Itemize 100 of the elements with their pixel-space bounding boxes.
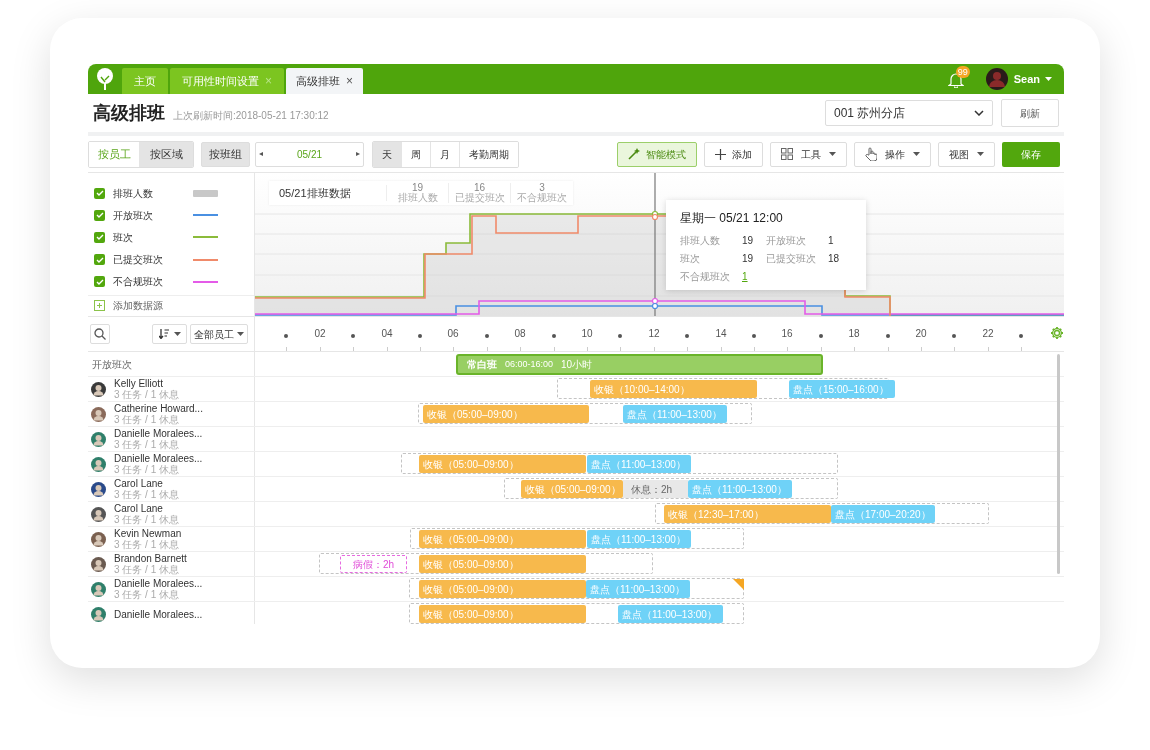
hour-label: 18 [847,327,861,341]
leave-bar[interactable]: 病假：2h [340,555,407,573]
hour-label: 08 [513,327,527,341]
grid-icon [781,148,793,160]
avatar [91,381,106,397]
checkbox[interactable] [94,209,105,221]
checkbox[interactable] [94,254,105,266]
scrollbar[interactable] [1057,354,1060,574]
task-summary: 3 任务 / 1 休息 [114,589,180,600]
avatar [91,506,106,522]
next-day-button[interactable]: ▸ [356,148,360,160]
shift-bar[interactable]: 盘点（11:00–13:00） [587,455,691,473]
tab[interactable]: 主页 [122,68,168,94]
magic-wand-icon [628,148,640,160]
smart-mode-button[interactable]: 智能模式 [617,141,697,167]
checkbox[interactable] [94,187,105,199]
task-summary: 3 任务 / 1 休息 [114,489,179,500]
add-button[interactable]: 添加 [704,141,763,167]
avatar [91,456,106,472]
summary-title: 05/21排班数据 [269,184,387,202]
tooltip-label: 班次 [680,252,701,266]
shift-bar[interactable]: 盘点（11:00–13:00） [618,605,723,623]
task-summary: 3 任务 / 1 休息 [114,439,180,450]
tooltip-label: 排班人数 [680,234,721,248]
last-refresh-time: 上次刷新时间:2018-05-21 17:30:12 [173,108,329,123]
shift-bar[interactable]: 收银（10:00–14:00） [590,380,757,398]
shift-bar[interactable]: 盘点（15:00–16:00） [789,380,895,398]
checkbox[interactable] [94,231,105,243]
tooltip-label: 开放班次 [766,234,807,248]
current-date: 05/21 [297,147,322,162]
legend-label: 开放班次 [113,208,153,223]
shift-bar[interactable]: 收银（05:00–09:00） [423,405,589,423]
settings-icon[interactable] [1050,326,1064,340]
hour-label: 14 [714,327,728,341]
stat-value: 16 [473,183,486,193]
shift-duration: 10小时 [561,358,593,372]
hour-label: 10 [580,327,594,341]
caret-icon [977,152,984,156]
employee-name: Danielle Moralees... [114,453,203,464]
open-shift-bar[interactable]: 常白班 06:00-16:00 10小时 [456,354,823,375]
shift-bar[interactable]: 收银（05:00–09:00） [419,455,586,473]
operate-dropdown[interactable]: 操作 [854,141,931,167]
shift-bar[interactable]: 盘点（11:00–13:00） [586,580,690,598]
shift-bar[interactable]: 收银（05:00–09:00） [419,555,586,573]
shift-bar[interactable]: 收银（05:00–09:00） [521,480,623,498]
shift-bar[interactable]: 收银（05:00–09:00） [419,605,586,623]
avatar [91,431,106,447]
save-button[interactable]: 保存 [1002,141,1060,167]
sort-icon [158,329,169,339]
tools-dropdown[interactable]: 工具 [770,141,847,167]
chevron-icon [974,110,984,116]
legend-label: 班次 [113,230,133,245]
hour-label: 04 [380,327,394,341]
group-by-tab[interactable]: 按区域 [139,141,193,167]
tooltip-value: 19 [742,252,754,266]
hour-label: 12 [647,327,661,341]
caret-icon [237,332,244,336]
shift-bar[interactable]: 收银（05:00–09:00） [419,580,586,598]
task-summary: 3 任务 / 1 休息 [114,539,180,550]
group-by-team-button[interactable]: 按班组 [201,141,250,167]
tooltip-label: 不合规班次 [680,270,731,284]
stat-value: 3 [539,183,545,193]
employee-name: Brandon Barnett [114,553,187,564]
add-data-source-link[interactable]: 添加数据源 [88,294,254,316]
shift-time: 06:00-16:00 [505,357,554,371]
close-button[interactable]: × [346,72,354,90]
user-menu[interactable]: Sean [1013,70,1052,88]
refresh-button[interactable]: 刷新 [1001,99,1059,127]
avatar [91,406,106,422]
task-summary: 3 任务 / 1 休息 [114,414,180,425]
view-tab[interactable]: 天 [373,141,402,167]
shift-bar[interactable]: 盘点（17:00–20:20） [831,505,935,523]
previous-day-button[interactable]: ◂ [259,148,263,160]
avatar [91,606,106,622]
view-dropdown[interactable]: 视图 [938,141,995,167]
tooltip-title: 星期一 05/21 12:00 [680,210,784,227]
hour-label: 02 [313,327,327,341]
tooltip-label: 已提交班次 [766,252,817,266]
shift-bar[interactable]: 盘点（11:00–13:00） [587,530,691,548]
shift-bar[interactable]: 盘点（11:00–13:00） [688,480,792,498]
shift-bar[interactable]: 收银（12:30–17:00） [664,505,831,523]
sort-dropdown[interactable] [152,324,187,344]
employee-filter-dropdown[interactable]: 全部员工 [190,324,248,344]
caret-icon [913,152,920,156]
tooltip-link[interactable]: 1 [742,269,748,284]
shift-bar[interactable]: 收银（05:00–09:00） [419,530,586,548]
checkbox[interactable] [94,276,105,288]
user-avatar[interactable] [985,68,1008,90]
break-bar[interactable]: 休息：2h [623,480,688,498]
shift-bar[interactable]: 盘点（11:00–13:00） [623,405,727,423]
tooltip-value: 18 [828,252,840,266]
store-select[interactable]: 001 苏州分店 [825,100,993,126]
plus-icon [715,148,726,160]
date-navigator[interactable]: ◂ 05/21 ▸ [255,141,364,167]
tab[interactable]: 可用性时间设置 × [170,68,284,94]
search-button[interactable] [90,324,110,344]
caret-icon [173,332,181,336]
tab[interactable]: 高级排班 × [286,68,364,94]
stat-value: 19 [411,183,424,193]
employee-name: Danielle Moralees... [114,578,203,589]
